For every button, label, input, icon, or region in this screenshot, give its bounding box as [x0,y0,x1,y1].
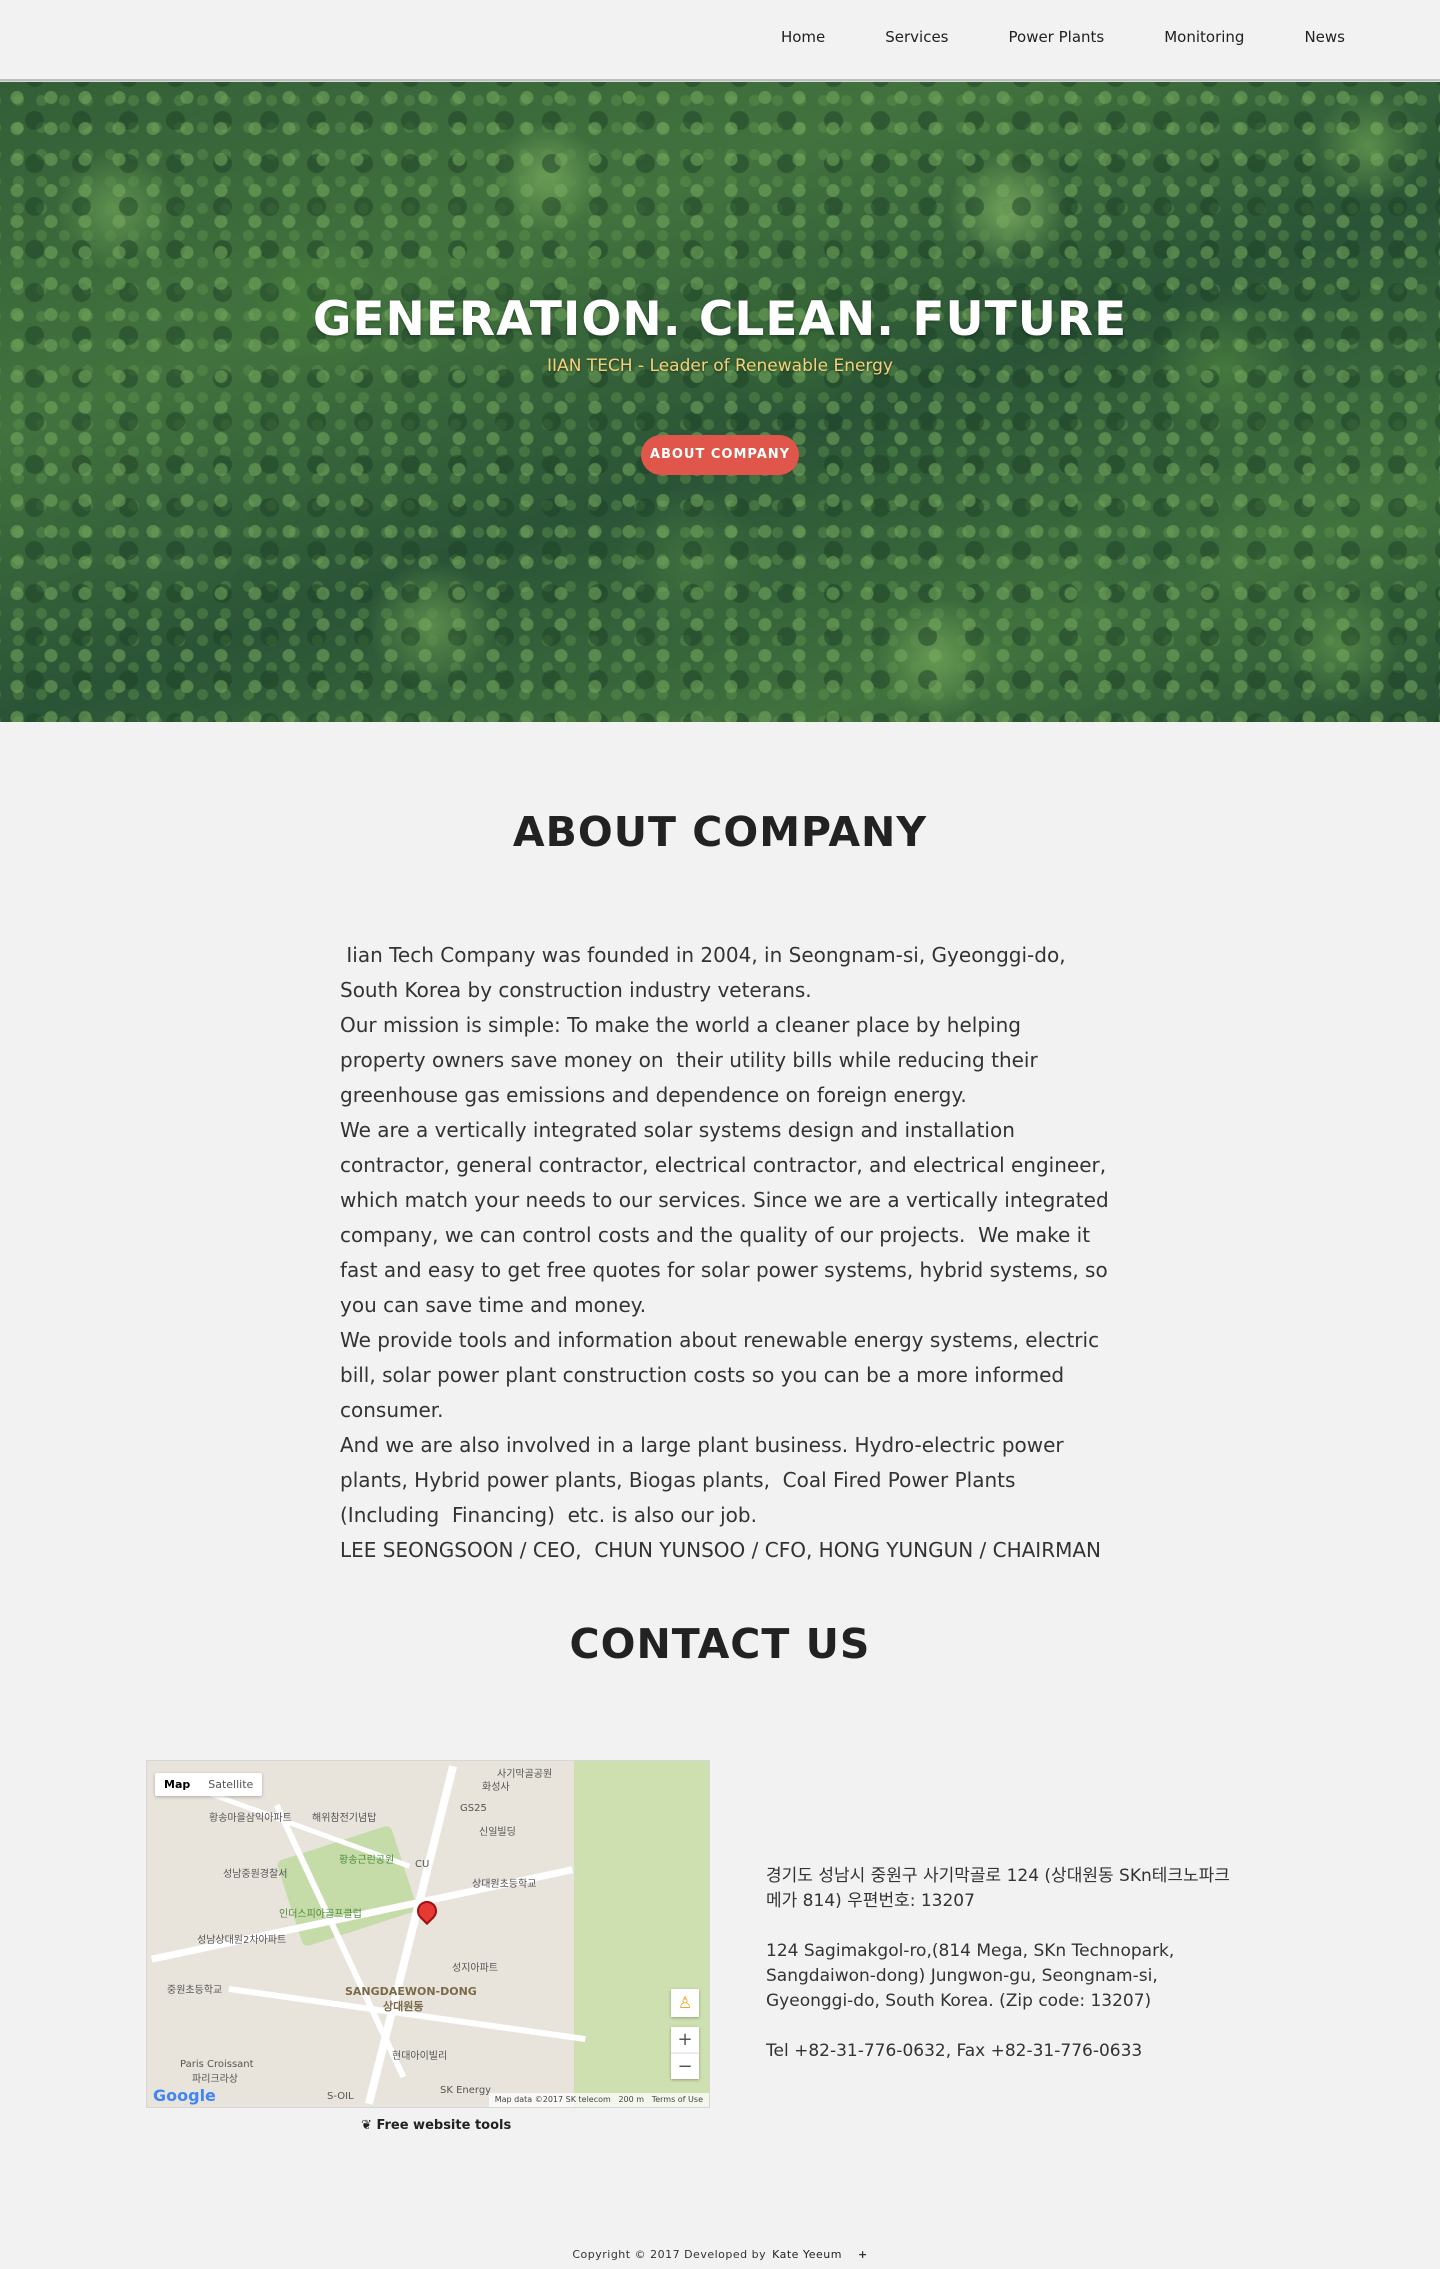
map-label: 중원초등학교 [167,1985,223,1996]
zoom-in-button[interactable]: + [671,2027,699,2053]
map-scale: 200 m [618,2095,645,2104]
map-tab-map[interactable]: Map [155,1773,199,1796]
about-paragraph: We provide tools and information about r… [340,1328,1106,1422]
contact-phone: Tel +82-31-776-0632, Fax +82-31-776-0633 [766,2041,1143,2061]
about-company-button[interactable]: ABOUT COMPANY [641,435,799,475]
hero-banner: GENERATION. CLEAN. FUTURE IIAN TECH - Le… [0,82,1440,722]
street-view-pegman-icon[interactable]: ♙ [671,1989,699,2017]
address-korean: 경기도 성남시 중원구 사기막골로 124 (상대원동 SKn테크노파크 메가 … [766,1866,1230,1911]
plus-icon[interactable]: + [858,2248,868,2261]
hero-title: GENERATION. CLEAN. FUTURE [312,292,1128,347]
map-label: SK Energy [440,2085,492,2096]
author-link[interactable]: Kate Yeeum [772,2248,842,2261]
map-label: GS25 [460,1803,487,1814]
map-label: 성남상대원2차아파트 [197,1935,287,1946]
tool-icon: ❦ [361,2118,372,2133]
map-label: 인더스피아골프클럽 [279,1909,362,1920]
map-terms-link[interactable]: Terms of Use [652,2095,703,2104]
nav-news[interactable]: News [1304,28,1345,46]
map-label: CU [415,1859,430,1870]
contact-title: CONTACT US [569,1620,871,1668]
hero-subtitle: IIAN TECH - Leader of Renewable Energy [547,356,893,376]
map-type-tabs: Map Satellite [155,1773,263,1796]
address-english: 124 Sagimakgol-ro,(814 Mega, SKn Technop… [766,1941,1175,2011]
map-label: 신일빌딩 [479,1827,516,1838]
location-map[interactable]: Map Satellite 사기막골공원 화성사 황송마을삼익아파트 해위참전기… [146,1760,710,2108]
map-label: 파리크라상 [192,2074,238,2085]
map-district-label: SANGDAEWON-DONG [345,1985,477,1998]
map-label: 황송근린공원 [339,1855,395,1866]
about-paragraph: We are a vertically integrated solar sys… [340,1118,1116,1317]
map-label: Paris Croissant [180,2059,254,2070]
footer: Copyright © 2017 Developed by Kate Yeeum… [0,2248,1440,2261]
map-label: 성남중원경찰서 [223,1869,288,1880]
map-label: 성지아파트 [452,1963,498,1974]
copyright-text: Copyright © 2017 Developed by [572,2248,767,2261]
free-website-tools-link[interactable]: ❦ Free website tools [361,2118,511,2133]
map-label: 황송마을삼익아파트 [209,1813,292,1824]
map-data-credit: Map data ©2017 SK telecom [494,2095,611,2104]
map-district-label-ko: 상대원동 [383,2000,424,2013]
map-label: 해위참전기념탑 [312,1813,377,1824]
map-tab-satellite[interactable]: Satellite [199,1773,262,1796]
about-paragraph: Iian Tech Company was founded in 2004, i… [340,943,1072,1002]
nav-monitoring[interactable]: Monitoring [1164,28,1244,46]
about-executives: LEE SEONGSOON / CEO, CHUN YUNSOO / CFO, … [340,1538,1101,1562]
nav-power-plants[interactable]: Power Plants [1009,28,1105,46]
about-paragraph: And we are also involved in a large plan… [340,1433,1071,1527]
map-attribution: Map data ©2017 SK telecom 200 m Terms of… [488,2093,709,2107]
zoom-out-button[interactable]: − [671,2053,699,2079]
nav-services[interactable]: Services [885,28,948,46]
google-logo: Google [153,2086,216,2105]
map-label: 현대아이빌리 [392,2051,448,2062]
map-label: S-OIL [327,2091,354,2102]
nav-links: Home Services Power Plants Monitoring Ne… [721,28,1345,46]
nav-home[interactable]: Home [781,28,825,46]
about-paragraph: Our mission is simple: To make the world… [340,1013,1045,1107]
top-nav: Home Services Power Plants Monitoring Ne… [0,0,1440,81]
about-title: ABOUT COMPANY [512,808,928,856]
free-website-tools-label: Free website tools [376,2118,512,2133]
about-body: Iian Tech Company was founded in 2004, i… [340,938,1110,1568]
map-label: 상대원초등학교 [472,1879,537,1890]
map-label: 화성사 [482,1782,510,1793]
